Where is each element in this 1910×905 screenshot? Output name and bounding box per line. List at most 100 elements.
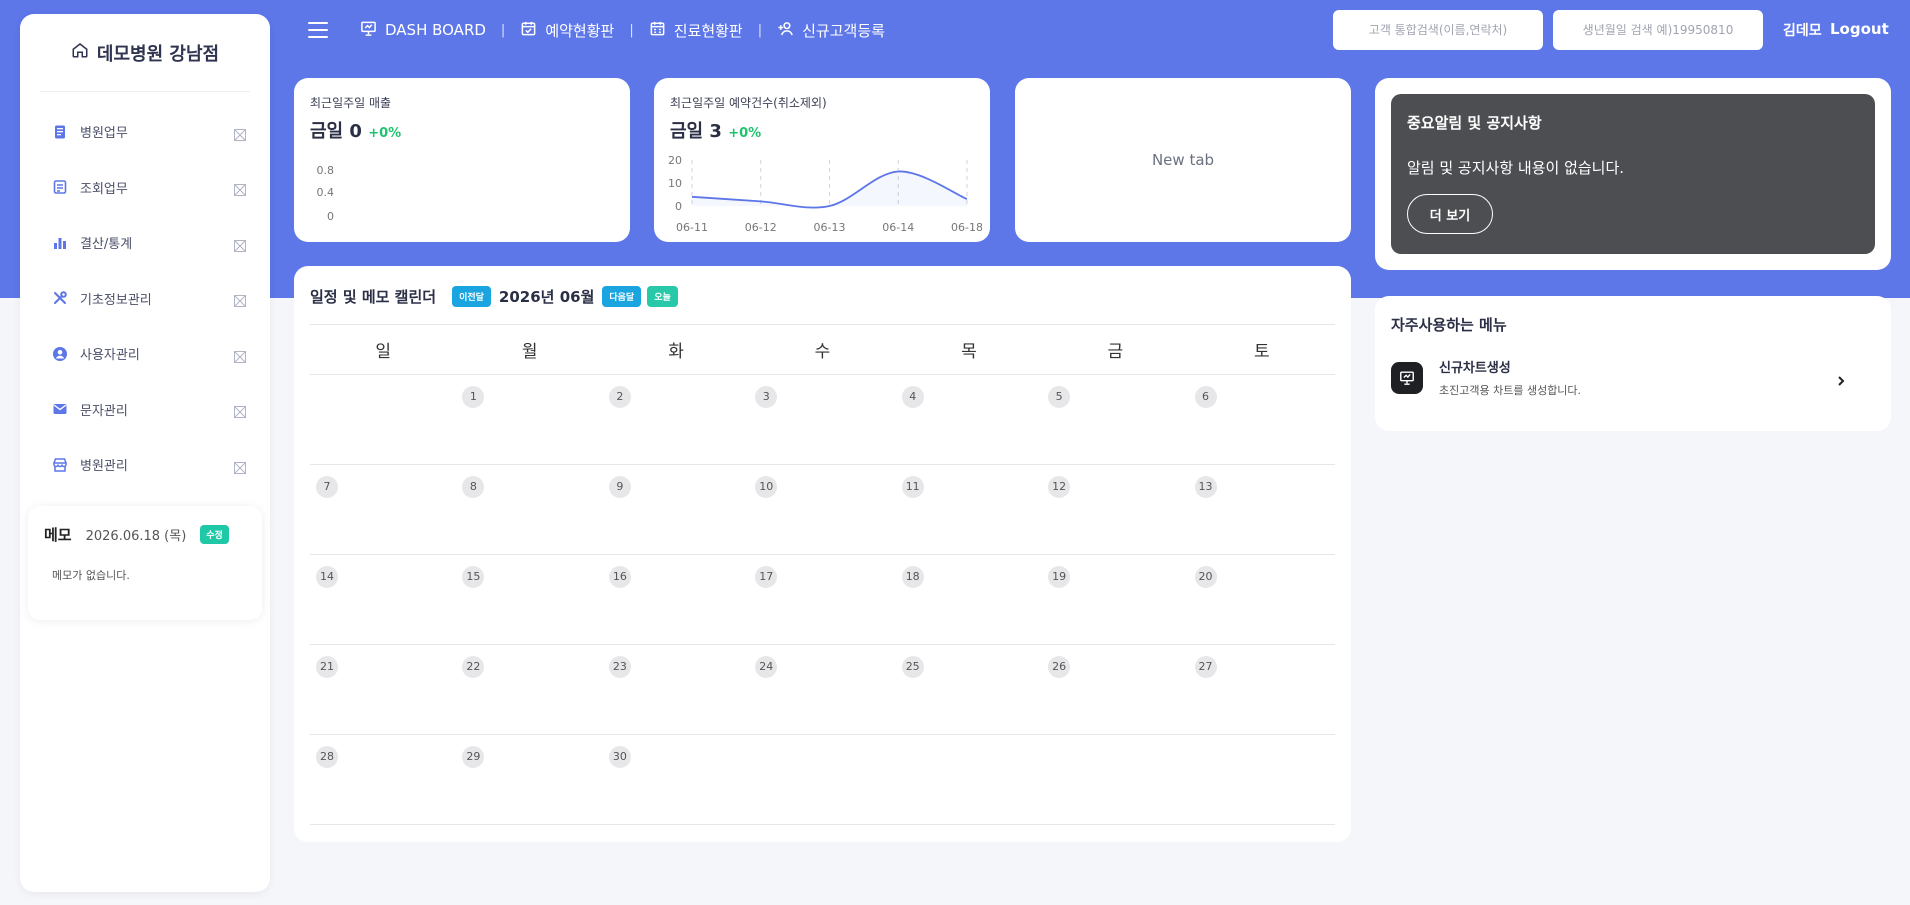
expand-icon[interactable]: [234, 237, 246, 252]
day-number[interactable]: 11: [901, 475, 924, 498]
nav-reservation-board[interactable]: 예약현황판: [520, 20, 614, 41]
calendar-day-cell[interactable]: 17: [749, 554, 896, 645]
day-number[interactable]: 5: [1048, 385, 1071, 408]
calendar-day-cell[interactable]: 22: [456, 644, 603, 735]
day-number[interactable]: 24: [755, 655, 778, 678]
calendar-day-cell[interactable]: 9: [602, 464, 750, 555]
calendar-day-cell[interactable]: 4: [895, 374, 1043, 465]
day-number[interactable]: 12: [1048, 475, 1071, 498]
chevron-right-icon[interactable]: [1835, 372, 1847, 386]
calendar-day-cell[interactable]: 21: [310, 644, 457, 735]
nav-dashboard[interactable]: DASH BOARD: [360, 20, 486, 41]
calendar-day-cell[interactable]: 3: [749, 374, 896, 465]
calendar-day-cell[interactable]: 10: [749, 464, 896, 555]
sidebar-item-basic-info[interactable]: 기초정보관리: [20, 271, 270, 327]
store-icon: [52, 457, 68, 473]
calendar-day-cell[interactable]: 20: [1188, 554, 1335, 645]
day-number[interactable]: 22: [462, 655, 485, 678]
calendar-day-cell[interactable]: 2: [602, 374, 750, 465]
day-number[interactable]: 4: [901, 385, 924, 408]
day-number[interactable]: 30: [608, 745, 631, 768]
sidebar-item-hospital[interactable]: 병원관리: [20, 437, 270, 493]
nav-label: 예약현황판: [545, 21, 615, 40]
calendar-day-cell[interactable]: 19: [1042, 554, 1189, 645]
day-number[interactable]: 14: [316, 565, 338, 588]
brand[interactable]: 데모병원 강남점: [40, 14, 250, 92]
sidebar-item-users[interactable]: 사용자관리: [20, 326, 270, 382]
calendar-day-cell[interactable]: 7: [310, 464, 457, 555]
logout-button[interactable]: Logout: [1830, 20, 1889, 38]
day-number[interactable]: 23: [608, 655, 631, 678]
more-button[interactable]: 더 보기: [1407, 194, 1493, 234]
calendar-day-cell[interactable]: 6: [1188, 374, 1335, 465]
day-number[interactable]: 13: [1194, 475, 1217, 498]
day-number[interactable]: 16: [608, 565, 631, 588]
calendar-day-cell[interactable]: 29: [456, 734, 603, 825]
sidebar-item-sms[interactable]: 문자관리: [20, 382, 270, 438]
weekday-header: 수: [749, 324, 896, 375]
day-number[interactable]: 9: [608, 475, 631, 498]
day-number[interactable]: 28: [316, 745, 338, 768]
nav-new-customer[interactable]: 신규고객등록: [777, 20, 885, 41]
day-number[interactable]: 10: [755, 475, 778, 498]
x-tick-label: 06-18: [951, 221, 982, 234]
day-number[interactable]: 8: [462, 475, 485, 498]
calendar-day-cell[interactable]: 14: [310, 554, 457, 645]
nav-treatment-board[interactable]: 진료현황판: [649, 20, 743, 41]
day-number[interactable]: 18: [901, 565, 924, 588]
frequent-menu-item[interactable]: 신규차트생성 초진고객용 차트를 생성합니다.: [1391, 357, 1875, 398]
calendar-day-cell[interactable]: 13: [1188, 464, 1335, 555]
day-number[interactable]: 25: [901, 655, 924, 678]
day-number[interactable]: 7: [316, 475, 338, 498]
calendar-day-cell[interactable]: 25: [895, 644, 1043, 735]
calendar-day-cell[interactable]: 12: [1042, 464, 1189, 555]
calendar-day-cell[interactable]: 15: [456, 554, 603, 645]
birthdate-search-input[interactable]: [1553, 10, 1763, 50]
calendar-day-cell[interactable]: 27: [1188, 644, 1335, 735]
calendar-day-cell[interactable]: 23: [602, 644, 750, 735]
calendar-week-row: 21 22 23 24 25 26 27: [310, 644, 1335, 735]
calendar-day-cell[interactable]: 28: [310, 734, 457, 825]
sidebar-item-hospital-work[interactable]: 병원업무: [20, 104, 270, 160]
user-circle-icon: [52, 346, 68, 362]
day-number[interactable]: 27: [1194, 655, 1217, 678]
day-number[interactable]: 26: [1048, 655, 1071, 678]
calendar-day-cell[interactable]: 11: [895, 464, 1043, 555]
day-number[interactable]: 3: [755, 385, 778, 408]
calendar-day-cell[interactable]: 5: [1042, 374, 1189, 465]
memo-edit-button[interactable]: 수정: [200, 525, 229, 544]
day-number[interactable]: 6: [1194, 385, 1217, 408]
expand-icon[interactable]: [234, 292, 246, 308]
prev-month-button[interactable]: 이전달: [452, 285, 491, 307]
customer-search-input[interactable]: [1333, 10, 1543, 50]
nav-separator: |: [757, 22, 763, 38]
nav-separator: |: [500, 22, 506, 38]
day-number[interactable]: 29: [462, 745, 485, 768]
expand-icon[interactable]: [234, 181, 246, 197]
day-number[interactable]: 17: [755, 565, 778, 588]
day-number[interactable]: 2: [608, 385, 631, 408]
calendar-day-cell[interactable]: 1: [456, 374, 603, 465]
expand-icon[interactable]: [234, 126, 246, 141]
hamburger-menu-icon[interactable]: [308, 22, 328, 38]
weekday-header: 목: [895, 324, 1043, 375]
expand-icon[interactable]: [234, 403, 246, 419]
calendar-day-cell[interactable]: 24: [749, 644, 896, 735]
sidebar-item-statistics[interactable]: 결산/통계: [20, 215, 270, 271]
expand-icon[interactable]: [234, 348, 246, 363]
next-month-button[interactable]: 다음달: [602, 285, 642, 307]
calendar-day-cell[interactable]: 18: [895, 554, 1043, 645]
calendar-day-cell[interactable]: 8: [456, 464, 603, 555]
day-number[interactable]: 15: [462, 565, 485, 588]
expand-icon[interactable]: [234, 459, 246, 474]
new-tab-card[interactable]: New tab: [1015, 78, 1351, 242]
today-button[interactable]: 오늘: [647, 285, 678, 307]
calendar-day-cell[interactable]: 16: [602, 554, 750, 645]
calendar-day-cell[interactable]: 26: [1042, 644, 1189, 735]
calendar-day-cell[interactable]: 30: [602, 734, 750, 825]
day-number[interactable]: 1: [462, 385, 485, 408]
day-number[interactable]: 19: [1048, 565, 1071, 588]
sidebar-item-lookup[interactable]: 조회업무: [20, 160, 270, 216]
day-number[interactable]: 21: [316, 655, 338, 678]
day-number[interactable]: 20: [1194, 565, 1217, 588]
